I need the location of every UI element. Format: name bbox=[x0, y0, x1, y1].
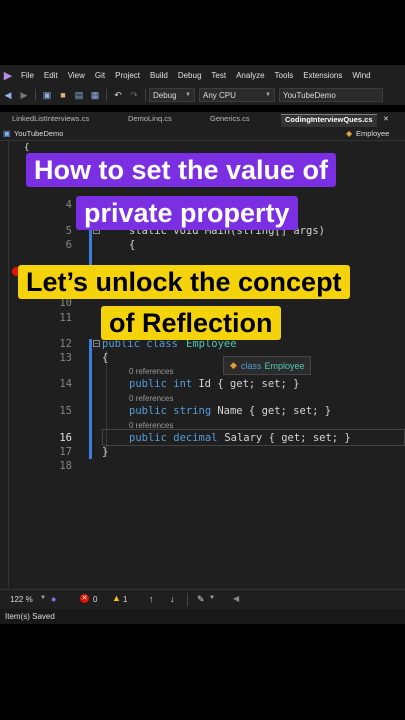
new-item-icon[interactable]: ▣ bbox=[41, 89, 53, 101]
collapse-icon[interactable]: − bbox=[93, 340, 100, 347]
menu-extensions[interactable]: Extensions bbox=[303, 71, 342, 80]
status-separator bbox=[187, 593, 188, 606]
chevron-down-icon[interactable]: ▼ bbox=[40, 595, 46, 601]
chevron-down-icon: ▼ bbox=[265, 92, 271, 98]
line-number: 6 bbox=[65, 239, 72, 251]
tab-linkedlistinterviews[interactable]: LinkedListInterviews.cs bbox=[8, 114, 93, 127]
code-brace-close: } bbox=[102, 446, 109, 458]
save-icon[interactable]: ▤ bbox=[73, 89, 85, 101]
toolbar-separator bbox=[35, 89, 36, 101]
menu-git[interactable]: Git bbox=[95, 71, 105, 80]
tooltip-type-name: Employee bbox=[264, 360, 305, 371]
tab-generics[interactable]: Generics.cs bbox=[206, 114, 254, 127]
line-number: 11 bbox=[59, 312, 72, 324]
line-number: 12 bbox=[59, 338, 72, 350]
csharp-project-icon: ▣ bbox=[3, 129, 11, 138]
arrow-up-icon[interactable]: ↑ bbox=[149, 594, 154, 604]
line-number-current: 16 bbox=[59, 432, 72, 444]
code-keyword: public string bbox=[129, 405, 212, 417]
open-folder-icon[interactable]: ■ bbox=[57, 89, 69, 101]
close-tab-icon[interactable]: ✕ bbox=[383, 115, 389, 123]
references-codelens[interactable]: 0 references bbox=[129, 367, 173, 376]
member-dropdown[interactable]: Employee bbox=[356, 129, 389, 138]
configuration-value: Debug bbox=[153, 90, 177, 100]
editor-status-bar: 122 % ▼ ● ✕ 0 ▲ 1 ↑ ↓ ✎ ▼ ◀ bbox=[0, 589, 405, 609]
code-line-brace: { bbox=[129, 239, 136, 251]
visual-studio-logo-icon: ▶ bbox=[3, 69, 13, 82]
line-number: 18 bbox=[59, 460, 72, 472]
caption-subtitle-line1: Let’s unlock the concept bbox=[18, 265, 350, 299]
toolbar-separator bbox=[106, 89, 107, 101]
navigation-bar: ▣ YouTubeDemo ◆ Employee bbox=[0, 127, 405, 141]
line-1-brace-fragment: { bbox=[24, 143, 30, 153]
line-number: 17 bbox=[59, 446, 72, 458]
menu-view[interactable]: View bbox=[68, 71, 85, 80]
configuration-select[interactable]: Debug ▼ bbox=[149, 88, 195, 102]
menu-debug[interactable]: Debug bbox=[178, 71, 202, 80]
startup-project-value: YouTubeDemo bbox=[283, 90, 336, 100]
references-codelens[interactable]: 0 references bbox=[129, 394, 173, 403]
code-property-salary: Salary { get; set; } bbox=[218, 432, 351, 444]
code-cleanup-icon[interactable]: ✎ bbox=[197, 594, 205, 605]
caption-subtitle-line2: of Reflection bbox=[101, 306, 281, 340]
code-keyword: public decimal bbox=[129, 432, 218, 444]
caption-title-line2: private property bbox=[76, 196, 298, 230]
bottom-black-band bbox=[0, 624, 405, 720]
scroll-left-icon[interactable]: ◀ bbox=[233, 594, 239, 603]
forward-icon[interactable]: ▶ bbox=[18, 89, 30, 101]
toolbar: ◀ ▶ ▣ ■ ▤ ▦ ↶ ↷ Debug ▼ Any CPU ▼ YouTub… bbox=[0, 85, 405, 105]
caption-title-line1: How to set the value of bbox=[26, 153, 337, 187]
line-number: 4 bbox=[65, 199, 72, 211]
menu-window[interactable]: Wind bbox=[352, 71, 370, 80]
code-keyword: public int bbox=[129, 378, 193, 390]
menu-build[interactable]: Build bbox=[150, 71, 168, 80]
menu-bar: ▶ File Edit View Git Project Build Debug… bbox=[0, 65, 405, 85]
app-status-bar: Item(s) Saved bbox=[0, 609, 405, 624]
error-count[interactable]: 0 bbox=[93, 595, 97, 604]
save-all-icon[interactable]: ▦ bbox=[89, 89, 101, 101]
line-number: 13 bbox=[59, 352, 72, 364]
tab-codinginterviewques[interactable]: CodingInterviewQues.cs bbox=[281, 114, 377, 127]
code-property-id: Id { get; set; } bbox=[192, 378, 300, 390]
line-number: 14 bbox=[59, 378, 72, 390]
project-dropdown[interactable]: YouTubeDemo bbox=[14, 129, 63, 138]
menu-edit[interactable]: Edit bbox=[44, 71, 58, 80]
class-icon: ◆ bbox=[230, 360, 237, 370]
arrow-down-icon[interactable]: ↓ bbox=[170, 594, 175, 604]
change-indicator bbox=[89, 229, 92, 265]
menu-test[interactable]: Test bbox=[211, 71, 226, 80]
menu-analyze[interactable]: Analyze bbox=[236, 71, 264, 80]
back-icon[interactable]: ◀ bbox=[2, 89, 14, 101]
platform-select[interactable]: Any CPU ▼ bbox=[199, 88, 275, 102]
top-black-band bbox=[0, 0, 405, 65]
undo-icon[interactable]: ↶ bbox=[112, 89, 124, 101]
tab-demolinq[interactable]: DemoLinq.cs bbox=[124, 114, 176, 127]
error-icon[interactable]: ✕ bbox=[80, 594, 89, 603]
menu-tools[interactable]: Tools bbox=[275, 71, 294, 80]
quickinfo-tooltip: ◆ class Employee bbox=[223, 356, 312, 375]
tooltip-keyword: class bbox=[240, 360, 262, 371]
code-brace-open: { bbox=[102, 352, 109, 364]
warning-icon[interactable]: ▲ bbox=[112, 593, 121, 603]
document-tabs: LinkedListInterviews.cs DemoLinq.cs Gene… bbox=[0, 112, 405, 127]
line-number: 15 bbox=[59, 405, 72, 417]
redo-icon[interactable]: ↷ bbox=[128, 89, 140, 101]
class-icon: ◆ bbox=[346, 129, 353, 138]
change-indicator bbox=[89, 339, 92, 459]
menu-file[interactable]: File bbox=[21, 71, 34, 80]
menu-project[interactable]: Project bbox=[115, 71, 140, 80]
warning-count[interactable]: 1 bbox=[123, 595, 127, 604]
copilot-icon[interactable]: ● bbox=[51, 594, 56, 604]
zoom-level[interactable]: 122 % bbox=[10, 595, 33, 604]
chevron-down-icon: ▼ bbox=[185, 92, 191, 98]
platform-value: Any CPU bbox=[203, 90, 236, 100]
line-number: 5 bbox=[65, 225, 72, 237]
margin-divider bbox=[8, 141, 9, 589]
status-message: Item(s) Saved bbox=[5, 612, 55, 621]
chevron-down-icon[interactable]: ▼ bbox=[209, 595, 215, 601]
startup-project-select[interactable]: YouTubeDemo bbox=[279, 88, 383, 102]
code-property-name: Name { get; set; } bbox=[211, 405, 332, 417]
toolbar-separator bbox=[145, 89, 146, 101]
